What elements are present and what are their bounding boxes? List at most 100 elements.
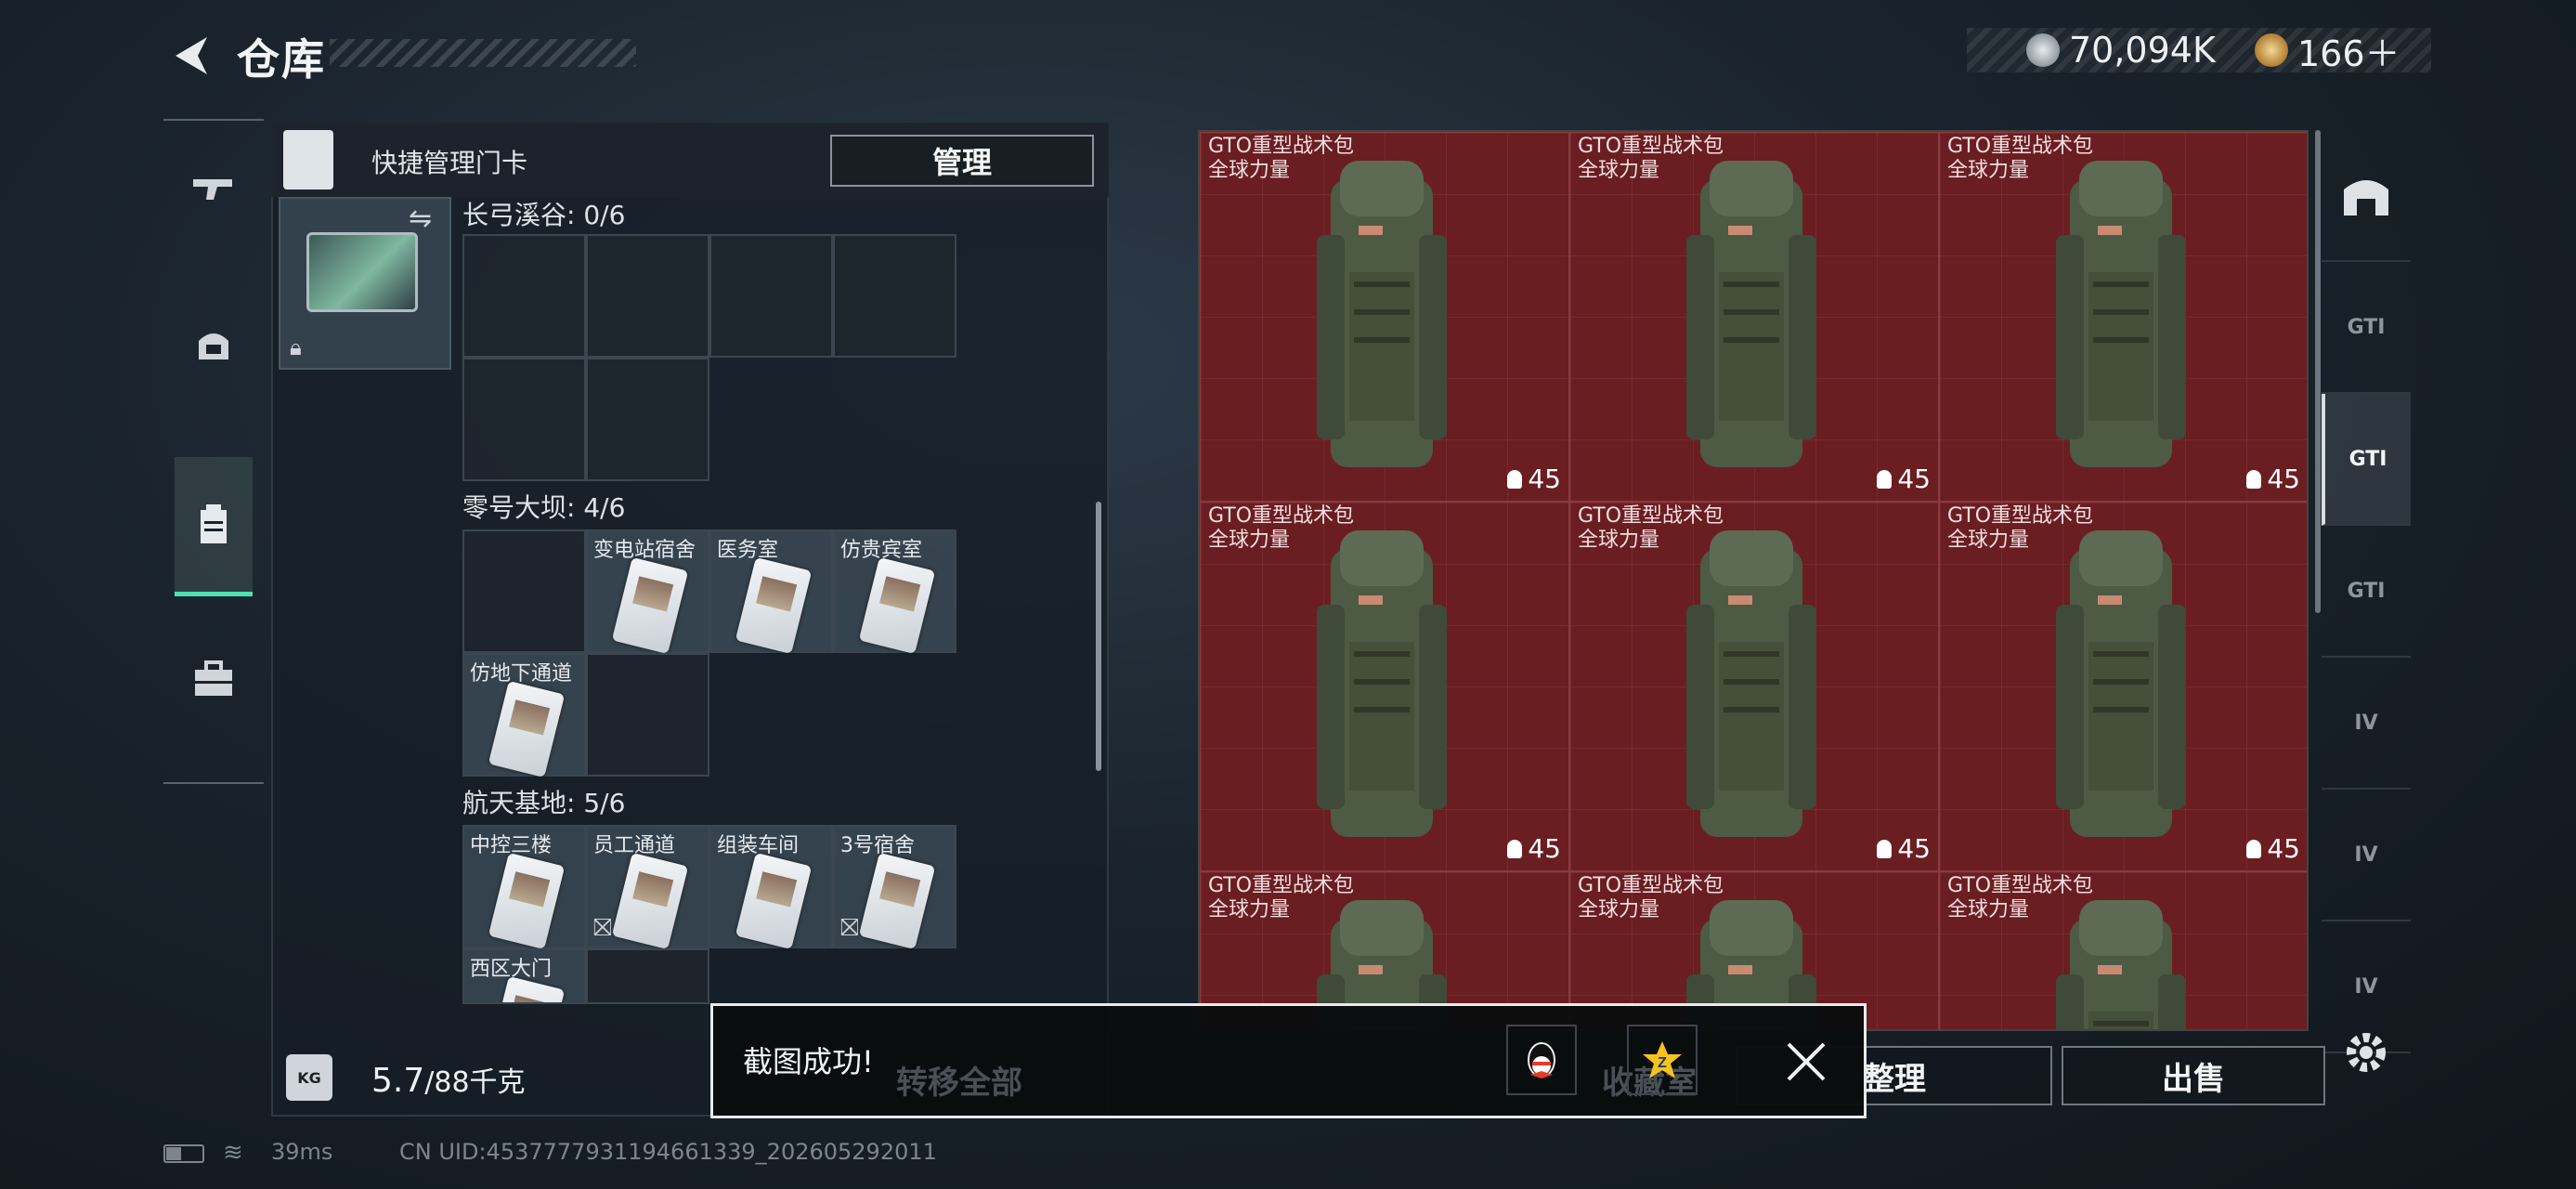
weight-icon: KG xyxy=(286,1054,332,1101)
keycard-label: 医务室 xyxy=(717,539,779,562)
swap-icon[interactable]: ⇋ xyxy=(409,203,432,235)
keycard-label: 西区大门 xyxy=(470,958,553,981)
keycard-case-image xyxy=(306,232,418,312)
keycard-image xyxy=(611,556,689,655)
lock-icon: 🔒︎ xyxy=(290,334,302,360)
inventory-item[interactable]: GTO重型战术包全球力量 45 xyxy=(1200,132,1569,502)
storage-tab-label: IV xyxy=(2354,843,2378,867)
storage-tab-3[interactable]: GTI xyxy=(2322,394,2411,526)
inventory-item[interactable]: GTO重型战术包全球力量45 xyxy=(1939,871,2307,1029)
keycard-item[interactable]: 医务室 xyxy=(709,529,833,655)
keycard-item[interactable]: 组装车间 xyxy=(709,825,833,950)
inventory-item[interactable]: GTO重型战术包全球力量 45 xyxy=(1200,502,1569,871)
keycard-label: 仿地下通道 xyxy=(470,662,573,686)
item-name-block: GTO重型战术包 全球力量 xyxy=(1578,874,1724,922)
durability-icon xyxy=(1877,839,1893,858)
storage-tab-label: IV xyxy=(2354,711,2378,735)
keycard-item[interactable]: 仿贵宾室 xyxy=(833,529,956,655)
currency-gold[interactable]: 166＋ xyxy=(2255,28,2400,74)
section-title-spacebase: 航天基地: 5/6 xyxy=(462,788,626,818)
nav-equipment[interactable] xyxy=(163,277,264,416)
keycard-item[interactable]: 变电站宿舍 xyxy=(586,529,709,655)
keycard-image xyxy=(858,852,936,950)
keycard-icon xyxy=(201,503,227,543)
storage-tab-label: GTI xyxy=(2347,579,2386,603)
item-name-block: GTO重型战术包 全球力量 xyxy=(1947,504,2093,553)
item-durability: 45 xyxy=(1507,833,1561,864)
keycard-slot[interactable] xyxy=(586,653,709,777)
storage-tab-6[interactable]: IV xyxy=(2322,790,2411,921)
back-icon[interactable] xyxy=(163,28,218,84)
item-name-block: GTO重型战术包 全球力量 xyxy=(1947,135,2093,183)
item-name-block: GTO重型战术包 全球力量 xyxy=(1578,135,1724,183)
item-brand: 全球力量 xyxy=(1947,898,2030,921)
keycard-slot[interactable] xyxy=(462,234,586,358)
item-brand: 全球力量 xyxy=(1947,159,2030,182)
weight-readout: 5.7/88千克 xyxy=(371,1059,526,1100)
item-durability: 45 xyxy=(2246,833,2300,864)
storage-tab-5[interactable]: IV xyxy=(2322,658,2411,790)
keycard-item[interactable]: 中控三楼 xyxy=(462,825,586,950)
keycard-slot[interactable] xyxy=(709,234,833,358)
close-icon[interactable] xyxy=(1783,1039,1829,1085)
qq-share-icon[interactable] xyxy=(1506,1025,1577,1095)
storage-tab-label: IV xyxy=(2354,974,2378,999)
nav-weapons[interactable] xyxy=(163,121,264,260)
storage-tab-2[interactable]: GTI xyxy=(2322,262,2411,394)
item-brand: 全球力量 xyxy=(1208,529,1291,552)
item-name: GTO重型战术包 xyxy=(1208,504,1355,528)
unlinked-icon: ⛝ xyxy=(593,914,612,942)
storage-tab-1[interactable] xyxy=(2322,130,2411,262)
gear-icon[interactable] xyxy=(2340,1026,2392,1078)
keycard-label: 变电站宿舍 xyxy=(593,539,696,562)
keycard-item[interactable]: 员工通道 ⛝ xyxy=(586,825,709,950)
durability-value: 45 xyxy=(1528,464,1561,494)
manage-button[interactable]: 管理 xyxy=(830,135,1094,187)
item-brand: 全球力量 xyxy=(1578,159,1660,182)
currency-gold-value: 166＋ xyxy=(2297,33,2400,74)
item-durability: 45 xyxy=(1507,464,1561,494)
nav-keycards[interactable] xyxy=(175,457,253,596)
backpack-image xyxy=(2056,530,2186,837)
keycard-slot[interactable] xyxy=(586,358,709,481)
title-decoration xyxy=(330,39,636,67)
item-name: GTO重型战术包 xyxy=(1208,874,1355,897)
inventory-item[interactable]: GTO重型战术包全球力量 45 xyxy=(1569,132,1939,502)
storage-tab-label: GTI xyxy=(2347,315,2386,339)
sell-button[interactable]: 出售 xyxy=(2062,1046,2325,1105)
keycard-label: 中控三楼 xyxy=(470,834,553,857)
keycard-label: 仿贵宾室 xyxy=(840,539,923,562)
keycard-image xyxy=(611,852,689,950)
item-name: GTO重型战术包 xyxy=(1947,874,2094,897)
grid-scrollbar[interactable] xyxy=(2315,130,2321,613)
durability-icon xyxy=(2246,839,2262,858)
keycard-slot[interactable] xyxy=(462,529,586,653)
inventory-item[interactable]: GTO重型战术包全球力量45 xyxy=(1569,502,1939,871)
item-name: GTO重型战术包 xyxy=(1947,504,2094,528)
category-nav xyxy=(163,119,264,784)
keycard-item[interactable]: 西区大门 xyxy=(462,948,586,1004)
storage-tab-4[interactable]: GTI xyxy=(2322,526,2411,658)
keycard-slot[interactable] xyxy=(586,948,709,1004)
backpack-image xyxy=(1317,530,1447,837)
item-name-block: GTO重型战术包 全球力量 xyxy=(1208,135,1354,183)
keycard-slot[interactable] xyxy=(462,358,586,481)
item-brand: 全球力量 xyxy=(1208,159,1291,182)
qzone-share-icon[interactable]: Z xyxy=(1627,1025,1698,1095)
weight-value: 5.7 xyxy=(371,1062,425,1100)
keycard-item[interactable]: 仿地下通道 xyxy=(462,653,586,778)
backpack-image xyxy=(1317,161,1447,467)
item-name-block: GTO重型战术包 全球力量 xyxy=(1947,874,2093,922)
durability-value: 45 xyxy=(1897,464,1931,494)
nav-toolbox[interactable] xyxy=(163,609,264,749)
panel-scrollbar[interactable] xyxy=(1096,502,1101,771)
toast-message: 截图成功! xyxy=(743,1044,874,1079)
keycard-item[interactable]: 3号宿舍 ⛝ xyxy=(833,825,956,950)
keycard-image xyxy=(488,852,566,950)
inventory-item[interactable]: GTO重型战术包全球力量 45 xyxy=(1939,502,2307,871)
keycard-slot[interactable] xyxy=(586,234,709,358)
transfer-all-button[interactable]: 转移全部 xyxy=(896,1057,1022,1103)
inventory-item[interactable]: GTO重型战术包全球力量45 xyxy=(1939,132,2307,502)
keycard-slot[interactable] xyxy=(833,234,956,358)
item-name: GTO重型战术包 xyxy=(1208,135,1355,158)
